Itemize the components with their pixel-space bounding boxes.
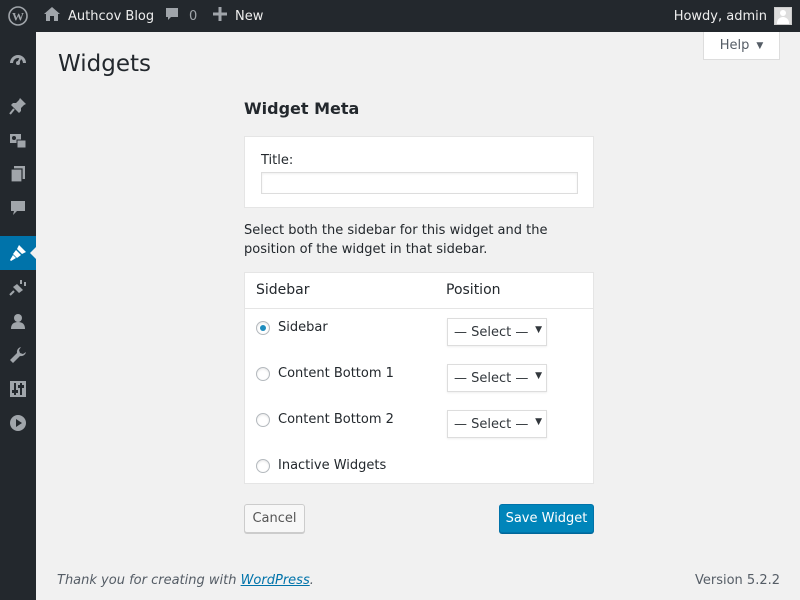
- avatar: [774, 7, 792, 25]
- home-icon: [43, 6, 61, 26]
- inactive-widgets-radio[interactable]: [256, 459, 270, 473]
- site-name-link[interactable]: Authcov Blog: [43, 0, 154, 32]
- settings-icon[interactable]: [0, 372, 36, 406]
- sidebar-column-header: Sidebar: [256, 282, 310, 298]
- content-bottom-2-radio[interactable]: [256, 413, 270, 427]
- new-label: New: [235, 8, 264, 24]
- help-tab-button[interactable]: Help ▼: [703, 32, 780, 60]
- help-label: Help: [719, 38, 750, 53]
- plus-icon: [213, 7, 227, 25]
- content-bottom-1-position-select[interactable]: — Select — ▼: [447, 364, 547, 392]
- header-divider: [245, 308, 593, 309]
- comment-count: 0: [189, 8, 198, 24]
- admin-menu: [0, 32, 36, 600]
- section-title: Widget Meta: [244, 99, 360, 118]
- dashboard-icon[interactable]: [0, 43, 36, 77]
- sidebar-position-table: Sidebar Position Sidebar — Select — ▼ Co…: [244, 272, 594, 484]
- play-icon[interactable]: [0, 406, 36, 440]
- footer-thanks: Thank you for creating with WordPress.: [57, 573, 314, 588]
- dropdown-arrow-icon: ▼: [535, 417, 542, 427]
- new-content-link[interactable]: New: [213, 0, 263, 32]
- content-bottom-1-radio[interactable]: [256, 367, 270, 381]
- title-input[interactable]: [261, 172, 578, 194]
- content-bottom-2-label: Content Bottom 2: [278, 412, 394, 427]
- pages-icon[interactable]: [0, 157, 36, 191]
- site-name-label: Authcov Blog: [68, 8, 155, 24]
- wordpress-link[interactable]: WordPress: [241, 573, 310, 588]
- footer-thanks-suffix: .: [309, 573, 314, 588]
- pin-icon[interactable]: [0, 89, 36, 123]
- cancel-button[interactable]: Cancel: [244, 504, 305, 533]
- svg-text:W: W: [12, 10, 24, 24]
- comments-link[interactable]: 0: [164, 0, 197, 32]
- page-title: Widgets: [58, 51, 151, 77]
- plugins-icon[interactable]: [0, 270, 36, 304]
- admin-bar: W Authcov Blog 0 New Howdy, admin: [0, 0, 800, 32]
- caret-down-icon: ▼: [756, 40, 764, 51]
- tools-icon[interactable]: [0, 338, 36, 372]
- inactive-widgets-label: Inactive Widgets: [278, 458, 387, 473]
- footer-thanks-text: Thank you for creating with: [57, 573, 241, 588]
- content-bottom-1-label: Content Bottom 1: [278, 366, 394, 381]
- position-column-header: Position: [446, 282, 501, 298]
- sidebar-radio-label: Sidebar: [278, 320, 328, 335]
- comment-bubble-icon: [164, 6, 180, 26]
- title-panel: Title:: [244, 136, 594, 208]
- my-account-link[interactable]: Howdy, admin: [674, 0, 792, 32]
- greeting-label: Howdy, admin: [673, 8, 767, 24]
- save-widget-button[interactable]: Save Widget: [499, 504, 594, 533]
- comments-icon[interactable]: [0, 191, 36, 225]
- select-value: — Select —: [454, 416, 529, 432]
- appearance-icon[interactable]: [0, 236, 36, 270]
- select-value: — Select —: [454, 324, 529, 340]
- content-bottom-2-position-select[interactable]: — Select — ▼: [447, 410, 547, 438]
- select-value: — Select —: [454, 370, 529, 386]
- media-icon[interactable]: [0, 123, 36, 157]
- instructions-text: Select both the sidebar for this widget …: [244, 223, 548, 257]
- sidebar-radio[interactable]: [256, 321, 270, 335]
- sidebar-position-select[interactable]: — Select — ▼: [447, 318, 547, 346]
- wordpress-logo-icon[interactable]: W: [0, 0, 36, 32]
- title-field-label: Title:: [261, 153, 294, 168]
- dropdown-arrow-icon: ▼: [535, 325, 542, 335]
- dropdown-arrow-icon: ▼: [535, 371, 542, 381]
- footer-version: Version 5.2.2: [694, 573, 780, 588]
- users-icon[interactable]: [0, 304, 36, 338]
